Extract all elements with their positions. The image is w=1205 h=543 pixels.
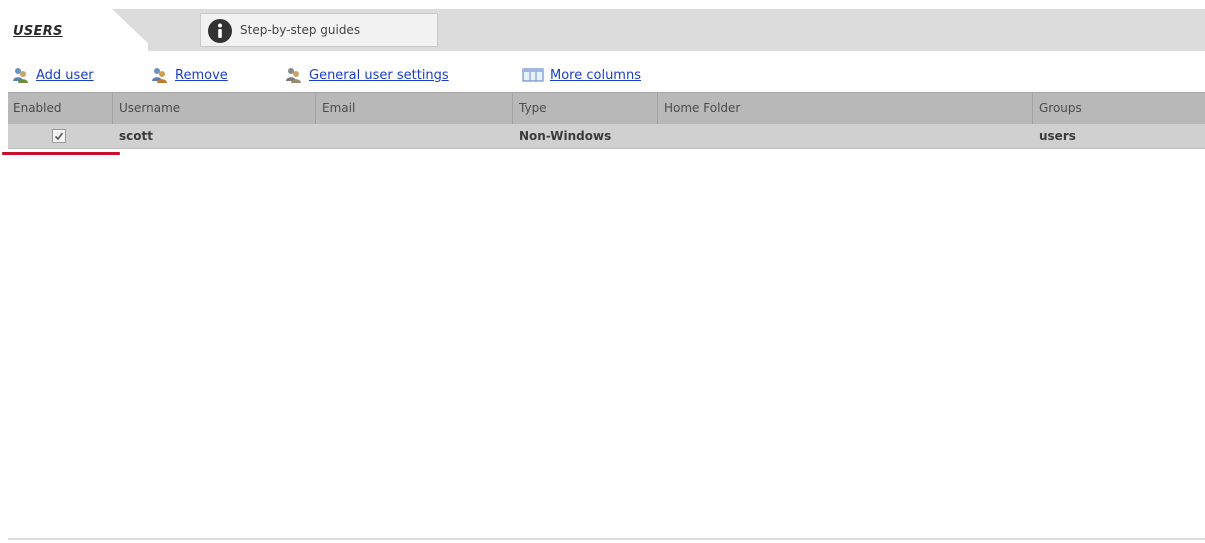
users-panel: USERS Step-by-step guides Add user Remov…: [0, 0, 1205, 543]
home-folder-cell: [657, 124, 1032, 148]
table-header: Enabled Username Email Type Home Folder …: [8, 92, 1205, 124]
user-remove-icon: [151, 66, 169, 84]
bottom-divider: [8, 538, 1205, 540]
remove-label[interactable]: Remove: [175, 68, 228, 83]
username-cell: scott: [119, 129, 153, 143]
add-user-button[interactable]: Add user: [12, 63, 94, 87]
column-header-home-folder[interactable]: Home Folder: [657, 93, 1032, 124]
column-header-enabled[interactable]: Enabled: [8, 93, 112, 124]
tab-guides-label: Step-by-step guides: [240, 23, 361, 37]
toolbar: Add user Remove General user settings Mo…: [8, 63, 1198, 87]
info-icon: [208, 19, 232, 43]
column-header-email[interactable]: Email: [315, 93, 512, 124]
more-columns-label[interactable]: More columns: [550, 68, 641, 83]
enabled-checkbox[interactable]: [52, 129, 66, 143]
more-columns-button[interactable]: More columns: [522, 63, 641, 87]
general-user-settings-button[interactable]: General user settings: [285, 63, 449, 87]
add-user-label[interactable]: Add user: [36, 68, 94, 83]
general-user-settings-label[interactable]: General user settings: [309, 68, 449, 83]
enabled-cell: [8, 124, 112, 148]
tab-step-by-step-guides[interactable]: Step-by-step guides: [200, 13, 438, 47]
column-header-type[interactable]: Type: [512, 93, 657, 124]
user-add-icon: [12, 66, 30, 84]
column-header-username[interactable]: Username: [112, 93, 315, 124]
column-header-groups[interactable]: Groups: [1032, 93, 1205, 124]
users-table: Enabled Username Email Type Home Folder …: [8, 92, 1205, 149]
table-row[interactable]: scott Non-Windows users: [8, 124, 1205, 149]
type-cell: Non-Windows: [519, 129, 612, 143]
user-settings-icon: [285, 66, 303, 84]
groups-cell: users: [1039, 129, 1076, 143]
tab-users-label[interactable]: USERS: [13, 24, 63, 39]
remove-button[interactable]: Remove: [151, 63, 228, 87]
email-cell: [315, 124, 512, 148]
highlight-underline: [2, 152, 120, 155]
columns-icon: [522, 66, 544, 84]
tab-strip: USERS Step-by-step guides: [8, 9, 1205, 51]
